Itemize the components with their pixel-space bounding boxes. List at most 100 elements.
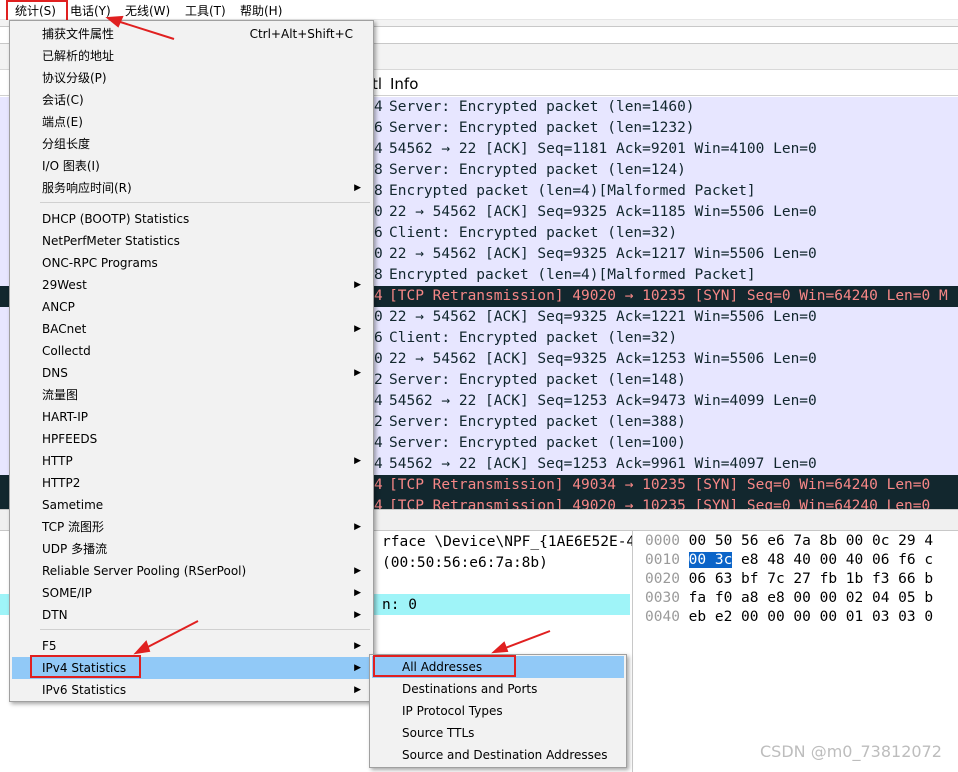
packet-ttl-cell: 0 <box>374 246 383 262</box>
packet-info-cell: 22 → 54562 [ACK] Seq=9325 Ack=1217 Win=5… <box>389 246 817 262</box>
submenu-item[interactable]: IP Protocol Types <box>372 700 624 722</box>
menu-item[interactable]: 端点(E) <box>12 111 371 133</box>
submenu-arrow-icon: ▶ <box>354 280 361 290</box>
menu-item[interactable]: 已解析的地址 <box>12 45 371 67</box>
menu-item[interactable]: Sametime <box>12 494 371 516</box>
packet-ttl-cell: 8 <box>374 267 383 283</box>
packet-info-cell: Server: Encrypted packet (len=124) <box>389 162 686 178</box>
menu-tools[interactable]: 工具(T) <box>185 2 226 19</box>
bytes-row[interactable]: 0040 eb e2 00 00 00 00 01 03 03 0 <box>645 609 933 625</box>
menu-item-label: HART-IP <box>42 410 89 424</box>
packet-ttl-cell: 2 <box>374 414 383 430</box>
details-line[interactable]: rface \Device\NPF_{1AE6E52E-4 <box>382 534 635 550</box>
menu-item-label: Reliable Server Pooling (RSerPool) <box>42 564 247 578</box>
menu-item-label: 流量图 <box>42 388 79 402</box>
statistics-menu: 捕获文件属性 Ctrl+Alt+Shift+C 已解析的地址协议分级(P) 会话(C)… <box>9 20 374 702</box>
menu-item-label: UDP 多播流 <box>42 542 108 556</box>
menu-item-label: 已解析的地址 <box>42 49 115 63</box>
menu-help[interactable]: 帮助(H) <box>240 2 282 19</box>
packet-info-cell: [TCP Retransmission] 49020 → 10235 [SYN]… <box>389 498 931 509</box>
menu-item[interactable]: 29West ▶ <box>12 274 371 296</box>
packet-info-cell: 22 → 54562 [ACK] Seq=9325 Ack=1253 Win=5… <box>389 351 817 367</box>
menu-item[interactable]: ANCP <box>12 296 371 318</box>
menu-item[interactable]: DNS ▶ <box>12 362 371 384</box>
packet-ttl-cell: 6 <box>374 225 383 241</box>
menu-item[interactable]: Collectd <box>12 340 371 362</box>
packet-ttl-cell: 4 <box>374 99 383 115</box>
bytes-row[interactable]: 0020 06 63 bf 7c 27 fb 1b f3 66 b <box>645 571 933 587</box>
menu-item-label: Collectd <box>42 344 91 358</box>
menu-item-label: SOME/IP <box>42 586 92 600</box>
packet-info-cell: 54562 → 22 [ACK] Seq=1181 Ack=9201 Win=4… <box>389 141 817 157</box>
menu-item-shortcut: Ctrl+Alt+Shift+C <box>249 27 353 41</box>
submenu-arrow-icon: ▶ <box>354 588 361 598</box>
menu-item[interactable]: 分组长度 <box>12 133 371 155</box>
bytes-row[interactable]: 0030 fa f0 a8 e8 00 00 02 04 05 b <box>645 590 933 606</box>
menu-item[interactable]: DHCP (BOOTP) Statistics <box>12 208 371 230</box>
menu-item[interactable]: 会话(C) <box>12 89 371 111</box>
packet-info-cell: Server: Encrypted packet (len=100) <box>389 435 686 451</box>
bytes-offset: 0010 <box>645 552 680 568</box>
bytes-hex: 06 63 bf 7c 27 fb 1b f3 66 b <box>688 571 934 587</box>
packet-ttl-cell: 4 <box>374 498 383 509</box>
packet-info-cell: 54562 → 22 [ACK] Seq=1253 Ack=9473 Win=4… <box>389 393 817 409</box>
menu-item-label: 29West <box>42 278 87 292</box>
menu-item[interactable]: I/O 图表(I) <box>12 155 371 177</box>
packet-ttl-cell: 6 <box>374 120 383 136</box>
menu-item[interactable]: TCP 流图形 ▶ <box>12 516 371 538</box>
column-info-header[interactable]: Info <box>390 75 418 93</box>
packet-info-cell: Server: Encrypted packet (len=1232) <box>389 120 695 136</box>
menu-item[interactable]: 服务响应时间(R) ▶ <box>12 177 371 199</box>
menu-telephony[interactable]: 电话(Y) <box>70 2 111 19</box>
menu-item[interactable]: F5 ▶ <box>12 635 371 657</box>
packet-info-cell: 22 → 54562 [ACK] Seq=9325 Ack=1221 Win=5… <box>389 309 817 325</box>
menu-item[interactable]: DTN ▶ <box>12 604 371 626</box>
menu-item[interactable]: HART-IP <box>12 406 371 428</box>
submenu-item[interactable]: Source TTLs <box>372 722 624 744</box>
packet-ttl-cell: 6 <box>374 330 383 346</box>
menu-bar: 统计(S) 电话(Y) 无线(W) 工具(T) 帮助(H) <box>0 0 958 20</box>
annotation-box-all-addresses <box>373 655 516 677</box>
submenu-arrow-icon: ▶ <box>354 368 361 378</box>
menu-wireless[interactable]: 无线(W) <box>125 2 170 19</box>
menu-item[interactable]: Reliable Server Pooling (RSerPool) ▶ <box>12 560 371 582</box>
menu-item-label: DTN <box>42 608 68 622</box>
bytes-row[interactable]: 0010 00 3c e8 48 40 00 40 06 f6 c <box>645 552 933 568</box>
menu-item[interactable]: 流量图 <box>12 384 371 406</box>
menu-item[interactable]: 协议分级(P) <box>12 67 371 89</box>
packet-ttl-cell: 0 <box>374 351 383 367</box>
menu-item-label: F5 <box>42 639 57 653</box>
packet-info-cell: [TCP Retransmission] 49020 → 10235 [SYN]… <box>389 288 948 304</box>
bytes-hex: e8 48 40 00 40 06 f6 c <box>732 552 934 568</box>
menu-item[interactable]: HPFEEDS <box>12 428 371 450</box>
menu-item[interactable]: NetPerfMeter Statistics <box>12 230 371 252</box>
menu-item[interactable]: BACnet ▶ <box>12 318 371 340</box>
menu-item[interactable]: UDP 多播流 <box>12 538 371 560</box>
packet-bytes-pane[interactable]: 0000 00 50 56 e6 7a 8b 00 0c 29 4 0010 00… <box>632 531 958 772</box>
menu-item-label: HTTP <box>42 454 73 468</box>
details-line[interactable]: (00:50:56:e6:7a:8b) <box>382 555 548 571</box>
submenu-arrow-icon: ▶ <box>354 685 361 695</box>
packet-info-cell: [TCP Retransmission] 49034 → 10235 [SYN]… <box>389 477 931 493</box>
submenu-item[interactable]: Destinations and Ports <box>372 678 624 700</box>
packet-info-cell: Encrypted packet (len=4)[Malformed Packe… <box>389 183 756 199</box>
packet-ttl-cell: 2 <box>374 372 383 388</box>
packet-info-cell: Server: Encrypted packet (len=1460) <box>389 99 695 115</box>
packet-ttl-cell: 4 <box>374 477 383 493</box>
menu-item[interactable]: HTTP ▶ <box>12 450 371 472</box>
menu-item[interactable]: 捕获文件属性 Ctrl+Alt+Shift+C <box>12 23 371 45</box>
details-line[interactable]: n: 0 <box>382 597 417 613</box>
menu-item-label: 分组长度 <box>42 137 91 151</box>
submenu-item[interactable]: Source and Destination Addresses <box>372 744 624 766</box>
submenu-item-label: Source and Destination Addresses <box>402 748 608 762</box>
menu-item[interactable]: IPv6 Statistics ▶ <box>12 679 371 701</box>
menu-item-label: ANCP <box>42 300 75 314</box>
packet-info-cell: 54562 → 22 [ACK] Seq=1253 Ack=9961 Win=4… <box>389 456 817 472</box>
menu-item[interactable]: HTTP2 <box>12 472 371 494</box>
bytes-offset: 0020 <box>645 571 680 587</box>
packet-ttl-cell: 8 <box>374 162 383 178</box>
menu-item[interactable]: ONC-RPC Programs <box>12 252 371 274</box>
menu-item[interactable]: SOME/IP ▶ <box>12 582 371 604</box>
bytes-row[interactable]: 0000 00 50 56 e6 7a 8b 00 0c 29 4 <box>645 533 933 549</box>
menu-item-label: TCP 流图形 <box>42 520 105 534</box>
